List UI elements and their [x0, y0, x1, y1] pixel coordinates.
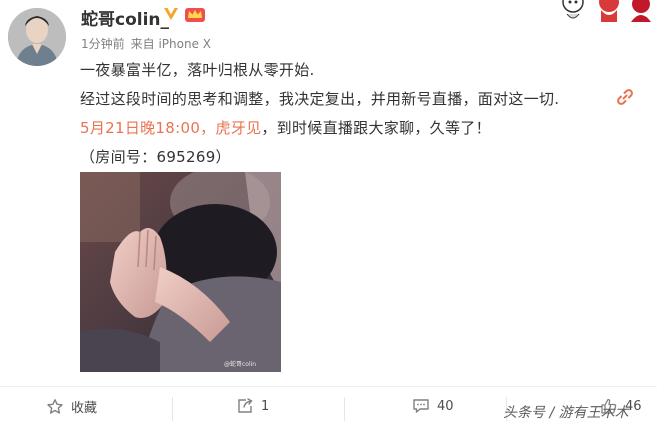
- comment-icon: [413, 399, 429, 413]
- favorite-button[interactable]: 收藏: [46, 397, 97, 416]
- verified-v-icon: [162, 5, 180, 23]
- star-icon: [47, 398, 63, 414]
- repost-icon: [238, 398, 253, 413]
- post-text-fragment: ，到时候直播跟大家聊，久等了！: [261, 119, 491, 137]
- post-text-line: 5月21日晚18:00，虎牙见，到时候直播跟大家聊，久等了！: [80, 117, 491, 138]
- comment-count: 40: [437, 398, 454, 414]
- event-time-link[interactable]: 5月21日晚18:00，: [80, 119, 215, 137]
- divider: [172, 397, 173, 421]
- image-watermark: @蛇哥colin: [224, 360, 256, 368]
- comment-button[interactable]: 40: [412, 397, 454, 415]
- room-number-text: （房间号：695269）: [80, 148, 231, 166]
- decorative-sticker-icon: [562, 0, 651, 22]
- divider: [344, 397, 345, 421]
- post-text-line: 一夜暴富半亿，落叶归根从零开始.: [80, 61, 315, 79]
- user-badges: [162, 5, 206, 23]
- huya-link[interactable]: 虎牙见: [215, 119, 261, 137]
- source-watermark: 头条号 / 游有王木木: [503, 405, 629, 421]
- post-meta: 1分钟前 来自 iPhone X: [81, 35, 211, 52]
- post-source-device: 来自 iPhone X: [130, 37, 211, 51]
- post-image[interactable]: @蛇哥colin: [80, 172, 281, 372]
- username[interactable]: 蛇哥colin_: [81, 5, 169, 30]
- favorite-label: 收藏: [71, 401, 98, 416]
- vip-crown-icon: [184, 5, 206, 23]
- link-icon[interactable]: [616, 88, 634, 106]
- post-time[interactable]: 1分钟前: [81, 37, 125, 51]
- repost-button[interactable]: 1: [236, 397, 269, 415]
- post-text-line: 经过这段时间的思考和调整，我决定复出，并用新号直播，面对这一切.: [80, 90, 560, 108]
- avatar[interactable]: [8, 8, 66, 66]
- repost-count: 1: [261, 398, 270, 414]
